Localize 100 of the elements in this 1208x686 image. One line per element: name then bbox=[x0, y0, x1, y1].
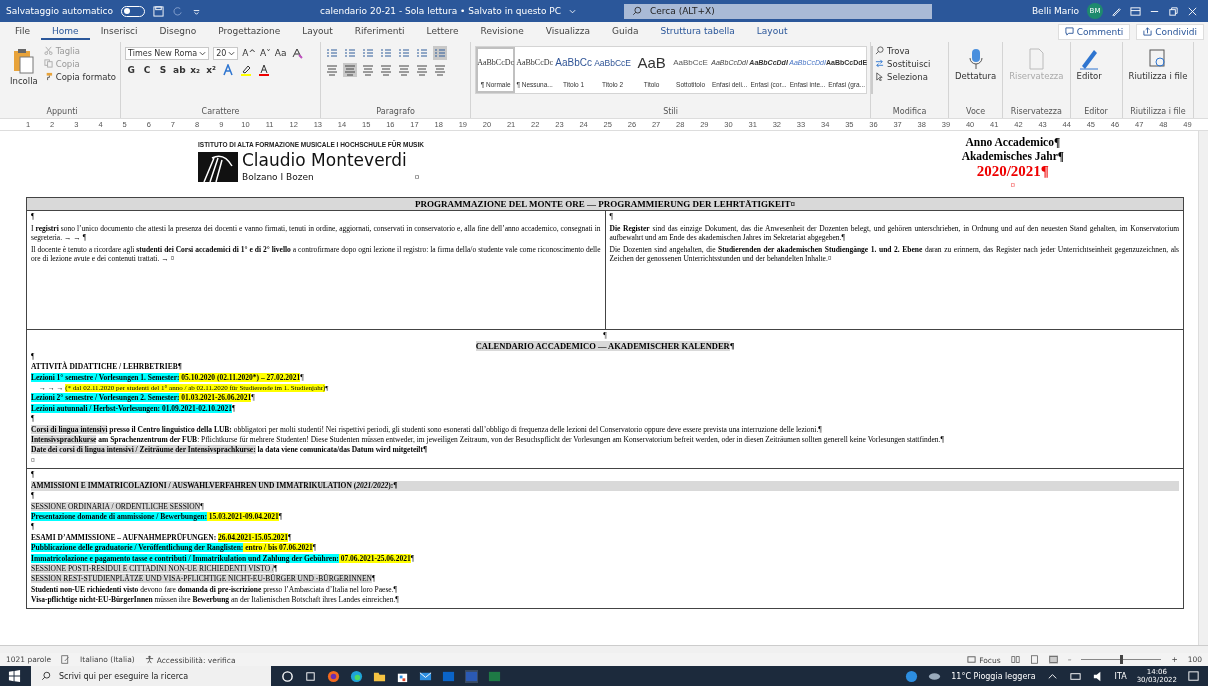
group-label: Stili bbox=[662, 107, 679, 118]
editor-button[interactable]: Editor bbox=[1074, 46, 1104, 84]
read-mode-icon[interactable] bbox=[1010, 655, 1020, 664]
ribbon-tab[interactable]: Inserisci bbox=[89, 24, 149, 40]
select-button[interactable]: Seleziona bbox=[875, 72, 928, 82]
ribbon-tab[interactable]: Visualizza bbox=[534, 24, 602, 40]
paste-button[interactable]: Incolla bbox=[8, 46, 40, 88]
web-layout-icon[interactable] bbox=[1048, 655, 1058, 664]
save-icon[interactable] bbox=[152, 5, 164, 17]
browser-icon[interactable] bbox=[350, 669, 363, 683]
group-label: Appunti bbox=[45, 107, 79, 118]
gallery-scrollbar[interactable] bbox=[871, 46, 874, 94]
pen-icon[interactable] bbox=[1111, 5, 1122, 17]
line-spacing-icon[interactable] bbox=[397, 63, 412, 77]
format-button[interactable]: x₂ bbox=[189, 65, 202, 75]
format-painter-button[interactable]: Copia formato bbox=[43, 72, 117, 82]
ribbon-tab[interactable]: Revisione bbox=[469, 24, 535, 40]
close-icon[interactable] bbox=[1187, 5, 1198, 17]
replace-button[interactable]: Sostituisci bbox=[875, 59, 931, 69]
pilcrow-icon[interactable] bbox=[433, 46, 448, 60]
borders-icon[interactable] bbox=[433, 63, 448, 77]
align-right-icon[interactable] bbox=[361, 63, 376, 77]
ribbon-tab[interactable]: Disegno bbox=[148, 24, 208, 40]
caret-icon[interactable] bbox=[569, 7, 576, 15]
windows-start-icon[interactable] bbox=[8, 669, 21, 683]
share-button[interactable]: Condividi bbox=[1136, 24, 1204, 40]
weather-text[interactable]: 11°C Pioggia leggera bbox=[951, 671, 1036, 681]
bullets-icon[interactable] bbox=[325, 46, 340, 60]
search-icon bbox=[632, 6, 642, 16]
clipboard-icon bbox=[12, 48, 35, 74]
mail-icon[interactable] bbox=[419, 669, 432, 683]
caret-icon bbox=[228, 49, 236, 57]
reuse-files-button[interactable]: Riutilizza i file bbox=[1126, 46, 1190, 84]
ribbon-tab[interactable]: Layout bbox=[291, 24, 344, 40]
format-button[interactable]: ab bbox=[173, 65, 186, 75]
paragraph: CALENDARIO ACCADEMICO — AKADEMISCHER KALENDER¶ bbox=[474, 341, 736, 352]
highlighter-icon[interactable] bbox=[239, 63, 254, 77]
font-family-field[interactable]: Times New Roma bbox=[125, 46, 210, 60]
numbering-icon[interactable] bbox=[343, 46, 358, 60]
justify-icon[interactable] bbox=[379, 63, 394, 77]
ribbon-tab[interactable]: Home bbox=[41, 24, 90, 40]
search-icon bbox=[41, 671, 51, 681]
input-language[interactable]: ITA bbox=[1114, 671, 1127, 681]
ribbon-display-icon[interactable] bbox=[1130, 5, 1141, 17]
comments-button[interactable]: Commenti bbox=[1057, 24, 1131, 40]
group-label: Paragrafo bbox=[375, 107, 416, 118]
group-label: Modifica bbox=[891, 107, 928, 118]
browser-icon[interactable] bbox=[327, 669, 340, 683]
format-button[interactable]: C bbox=[141, 65, 154, 75]
print-layout-icon[interactable] bbox=[1029, 655, 1039, 664]
document-title[interactable]: calendario 20-21 - Sola lettura • Salvato in questo PC bbox=[319, 6, 561, 16]
microphone-icon bbox=[968, 48, 983, 70]
redo-icon[interactable] bbox=[171, 5, 183, 17]
group-label: Editor bbox=[1083, 107, 1109, 118]
group-label: Riservatezza bbox=[1009, 107, 1063, 118]
multilevel-list-icon[interactable] bbox=[361, 46, 376, 60]
increase-indent-icon[interactable] bbox=[397, 46, 412, 60]
academic-year-label: Anno Accademico¶ bbox=[965, 135, 1061, 149]
ribbon-tab[interactable]: Struttura tabella bbox=[649, 24, 746, 40]
caret-icon bbox=[199, 49, 207, 57]
format-button[interactable]: G bbox=[125, 65, 138, 75]
align-left-icon[interactable] bbox=[325, 63, 340, 77]
ribbon-tab[interactable]: Layout bbox=[745, 24, 799, 40]
group-label: Voce bbox=[965, 107, 987, 118]
pen-icon bbox=[1079, 48, 1100, 70]
restore-icon[interactable] bbox=[1168, 5, 1179, 17]
shading-icon[interactable] bbox=[415, 63, 430, 77]
taskbar-search-field[interactable]: Scrivi qui per eseguire la ricerca bbox=[31, 666, 271, 686]
ribbon-tab[interactable]: Progettazione bbox=[207, 24, 292, 40]
change-case-button[interactable]: Aa bbox=[274, 48, 287, 58]
ribbon-tab[interactable]: Guida bbox=[601, 24, 650, 40]
dictate-button[interactable]: Dettatura bbox=[953, 46, 999, 84]
align-center-icon[interactable] bbox=[343, 63, 358, 77]
autosave-label: Salvataggio automatico bbox=[6, 6, 113, 16]
academic-year: 2020/2021¶ bbox=[976, 163, 1049, 180]
vertical-scrollbar[interactable] bbox=[1198, 131, 1208, 645]
decrease-indent-icon[interactable] bbox=[379, 46, 394, 60]
format-button[interactable]: S bbox=[157, 65, 170, 75]
find-button[interactable]: Trova bbox=[875, 46, 910, 56]
group-label: Carattere bbox=[200, 107, 241, 118]
logo-icon bbox=[198, 152, 238, 182]
sort-icon[interactable] bbox=[415, 46, 430, 60]
ribbon-tab[interactable]: Lettere bbox=[415, 24, 470, 40]
search-field[interactable]: Cerca (ALT+X) bbox=[624, 3, 932, 19]
horizontal-scrollbar[interactable] bbox=[0, 645, 1208, 653]
ribbon-tab[interactable]: File bbox=[4, 24, 42, 40]
ribbon-tab[interactable]: Riferimenti bbox=[343, 24, 416, 40]
text-effects-icon[interactable] bbox=[221, 63, 236, 77]
logo-city: Bolzano I Bozen bbox=[242, 172, 315, 182]
format-button[interactable]: x² bbox=[205, 65, 218, 75]
font-color-icon[interactable] bbox=[257, 63, 272, 77]
font-size-field[interactable]: 20 bbox=[213, 46, 239, 60]
task-view-icon[interactable] bbox=[304, 669, 317, 683]
clear-format-icon[interactable] bbox=[290, 46, 305, 60]
grow-font-button[interactable]: A^ bbox=[242, 48, 257, 58]
shrink-font-button[interactable]: A˅ bbox=[260, 48, 271, 58]
share-icon bbox=[1143, 27, 1153, 36]
proofing-icon[interactable] bbox=[61, 655, 71, 664]
swap-arrows-icon bbox=[875, 59, 885, 68]
document-search-icon bbox=[1147, 48, 1168, 70]
